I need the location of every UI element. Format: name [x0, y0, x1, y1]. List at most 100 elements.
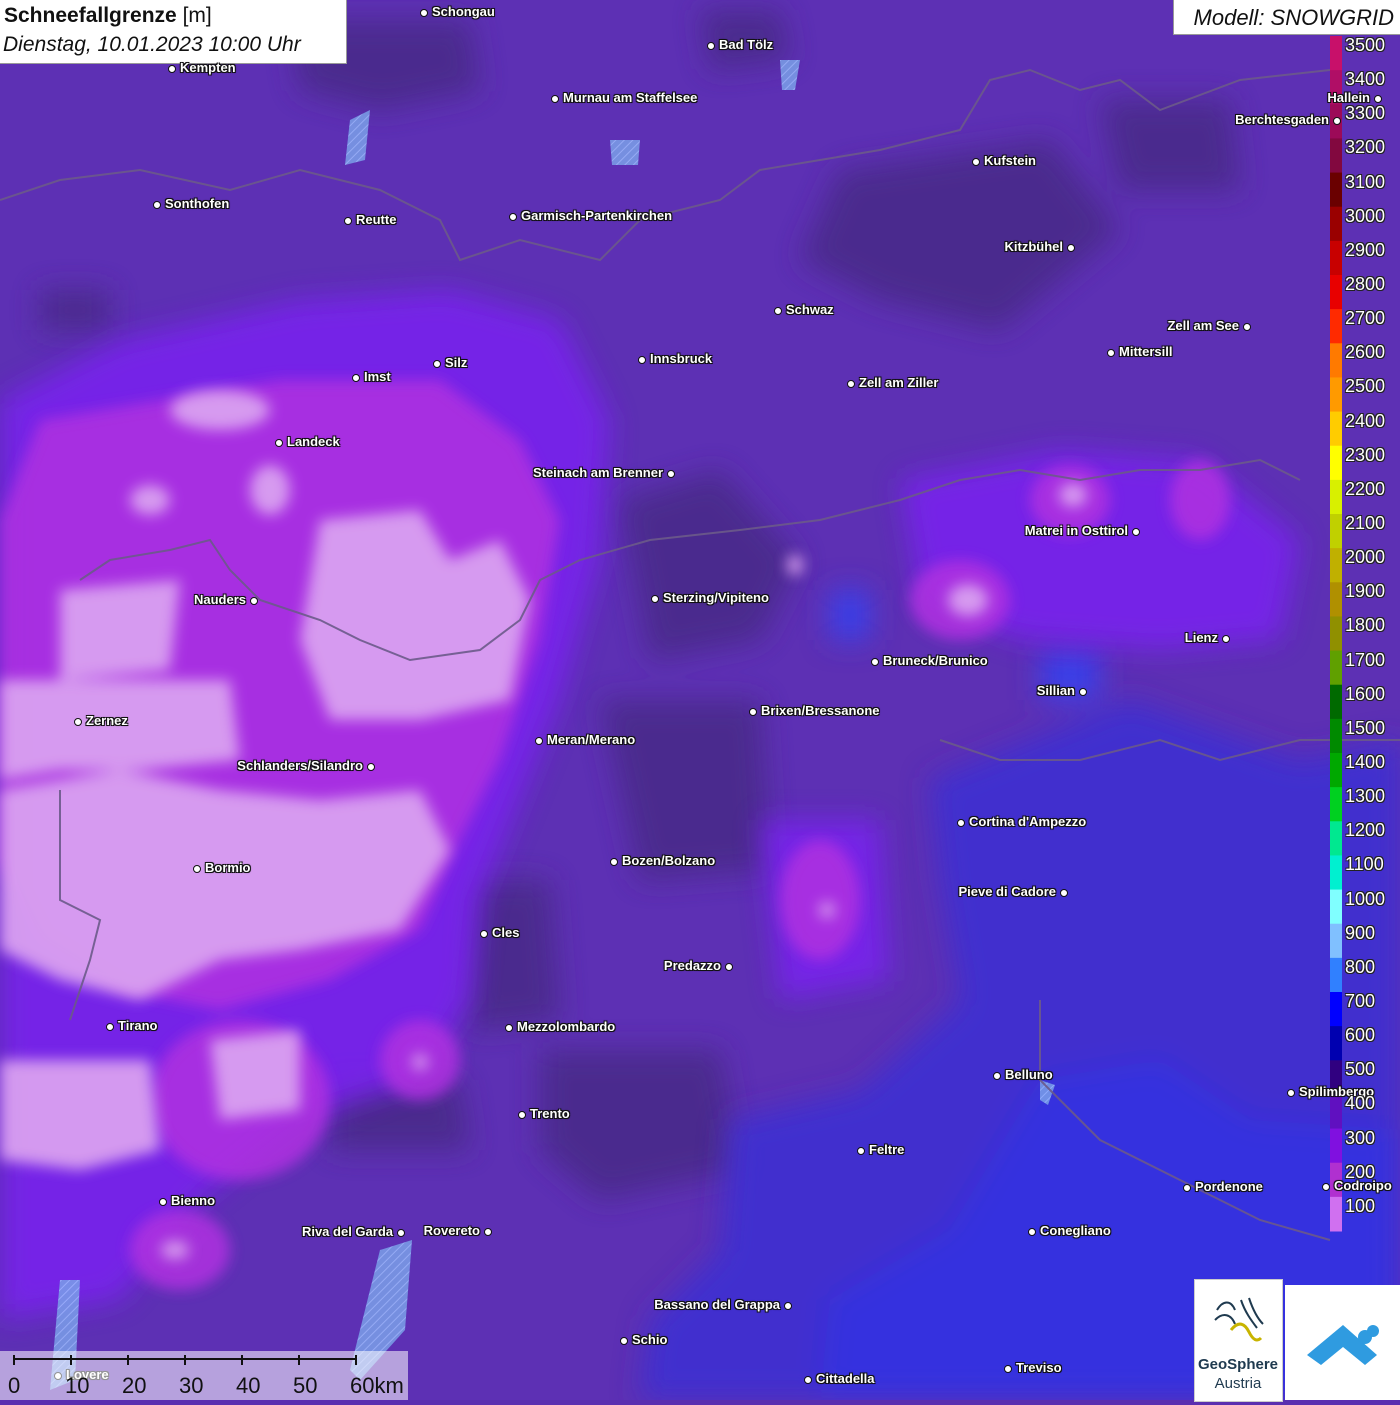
city-marker — [505, 1024, 513, 1032]
legend-label: 2100 — [1345, 513, 1386, 533]
legend-swatch — [1330, 1128, 1342, 1164]
city-label: Pieve di Cadore — [958, 884, 1056, 899]
scale-bar — [0, 1351, 408, 1400]
city-label: Landeck — [287, 434, 340, 449]
city-label: Nauders — [193, 592, 246, 607]
legend-label: 600 — [1345, 1025, 1376, 1046]
legend-label: 2200 — [1345, 478, 1386, 499]
city-label: Kempten — [180, 60, 236, 75]
city-marker — [153, 201, 161, 209]
legend-swatch — [1330, 240, 1342, 276]
map-date: Dienstag, 10.01.2023 10:00 Uhr — [3, 33, 301, 56]
city-marker — [106, 1023, 114, 1031]
legend-swatch — [1330, 855, 1342, 891]
city-label: Conegliano — [1040, 1223, 1111, 1238]
legend-swatch — [1330, 787, 1342, 822]
city-marker — [972, 158, 980, 166]
legend-swatch — [1330, 684, 1342, 720]
city-label: Trento — [530, 1106, 570, 1121]
city-marker — [535, 737, 543, 745]
scale-label: 50 — [293, 1373, 318, 1398]
city-marker — [509, 213, 517, 221]
city-label: Feltre — [869, 1142, 905, 1157]
legend-swatch — [1330, 548, 1342, 583]
city-marker — [1322, 1183, 1330, 1191]
legend-label: 2000 — [1345, 547, 1386, 568]
city-label: Zernez — [86, 713, 128, 728]
city-marker — [168, 65, 176, 73]
scale-label: 20 — [122, 1373, 147, 1398]
legend-label: 400 — [1345, 1093, 1376, 1114]
city-marker — [1222, 635, 1230, 643]
legend-label: 3000 — [1345, 205, 1386, 226]
city-marker — [397, 1229, 405, 1237]
city-label: Schwaz — [786, 302, 834, 317]
city-label: Pordenone — [1195, 1179, 1263, 1194]
geosphere-logo-sub: Austria — [1214, 1375, 1262, 1392]
city-marker — [551, 95, 559, 103]
city-label: Riva del Garda — [301, 1224, 393, 1239]
legend-swatch — [1330, 275, 1342, 310]
city-marker — [1287, 1089, 1295, 1097]
legend-label: 1200 — [1345, 820, 1386, 841]
scale-label: 60km — [350, 1373, 404, 1398]
city-marker — [957, 819, 965, 827]
legend-label: 3100 — [1345, 171, 1386, 192]
legend-swatch — [1330, 172, 1342, 208]
legend-swatch — [1330, 923, 1342, 959]
scale-label: 30 — [179, 1373, 204, 1398]
scale-label: 40 — [236, 1373, 261, 1398]
city-label: Lienz — [1184, 630, 1218, 645]
city-marker — [847, 380, 855, 388]
legend-swatch — [1330, 343, 1342, 378]
city-marker — [1079, 688, 1087, 696]
legend-label: 300 — [1345, 1127, 1376, 1148]
geosphere-logo-name: GeoSphere — [1197, 1356, 1279, 1373]
city-label: Reutte — [356, 212, 397, 227]
city-marker — [620, 1337, 628, 1345]
city-marker — [1004, 1365, 1012, 1373]
legend-label: 1300 — [1345, 786, 1386, 807]
legend-label: 2600 — [1345, 342, 1386, 363]
city-label: Predazzo — [663, 958, 721, 973]
city-label: Sonthofen — [165, 196, 230, 211]
city-label: Schio — [632, 1332, 668, 1347]
city-marker — [638, 356, 646, 364]
legend-swatch — [1330, 445, 1342, 481]
city-marker — [1028, 1228, 1036, 1236]
city-label: Matrei in Osttirol — [1024, 523, 1128, 538]
city-label: Bienno — [171, 1193, 216, 1208]
legend-label: 2700 — [1345, 308, 1386, 329]
city-label: Innsbruck — [650, 351, 713, 366]
legend-bar — [1330, 36, 1342, 1232]
city-label: Rovereto — [423, 1223, 480, 1238]
legend-swatch — [1330, 1026, 1342, 1061]
city-marker — [367, 763, 375, 771]
legend-label: 1100 — [1345, 854, 1384, 875]
city-marker — [1243, 323, 1251, 331]
city-marker — [804, 1376, 812, 1384]
legend-label: 200 — [1345, 1161, 1376, 1182]
legend-swatch — [1330, 479, 1342, 515]
city-marker — [1107, 349, 1115, 357]
city-label: Bormio — [205, 860, 251, 875]
legend-swatch — [1330, 582, 1342, 617]
city-label: Garmisch-Partenkirchen — [521, 208, 673, 223]
legend-swatch — [1330, 138, 1342, 174]
city-label: Silz — [445, 355, 468, 370]
city-marker — [193, 865, 201, 873]
city-marker — [484, 1228, 492, 1236]
legend-label: 100 — [1345, 1195, 1376, 1216]
city-label: Kufstein — [984, 153, 1036, 168]
legend-label: 800 — [1345, 956, 1376, 977]
city-marker — [1333, 117, 1341, 125]
city-marker — [1060, 889, 1068, 897]
city-label: Bruneck/Brunico — [883, 653, 988, 668]
city-marker — [1374, 95, 1382, 103]
scale-label: 0 — [8, 1373, 21, 1398]
legend-swatch — [1330, 650, 1342, 686]
map-title: Schneefallgrenze [m] — [4, 4, 212, 28]
city-marker — [275, 439, 283, 447]
legend-swatch — [1330, 411, 1342, 447]
legend-swatch — [1330, 616, 1342, 652]
